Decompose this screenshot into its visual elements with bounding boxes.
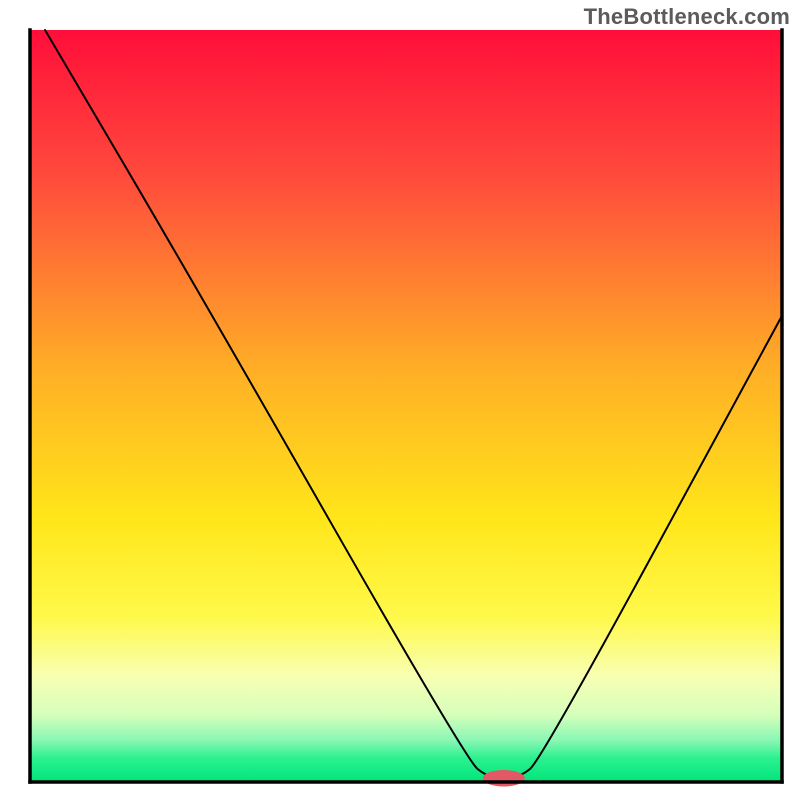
watermark-label: TheBottleneck.com bbox=[584, 4, 790, 30]
bottleneck-chart bbox=[0, 0, 800, 800]
plot-background bbox=[30, 30, 782, 782]
chart-container: TheBottleneck.com bbox=[0, 0, 800, 800]
optimal-marker bbox=[483, 770, 525, 787]
